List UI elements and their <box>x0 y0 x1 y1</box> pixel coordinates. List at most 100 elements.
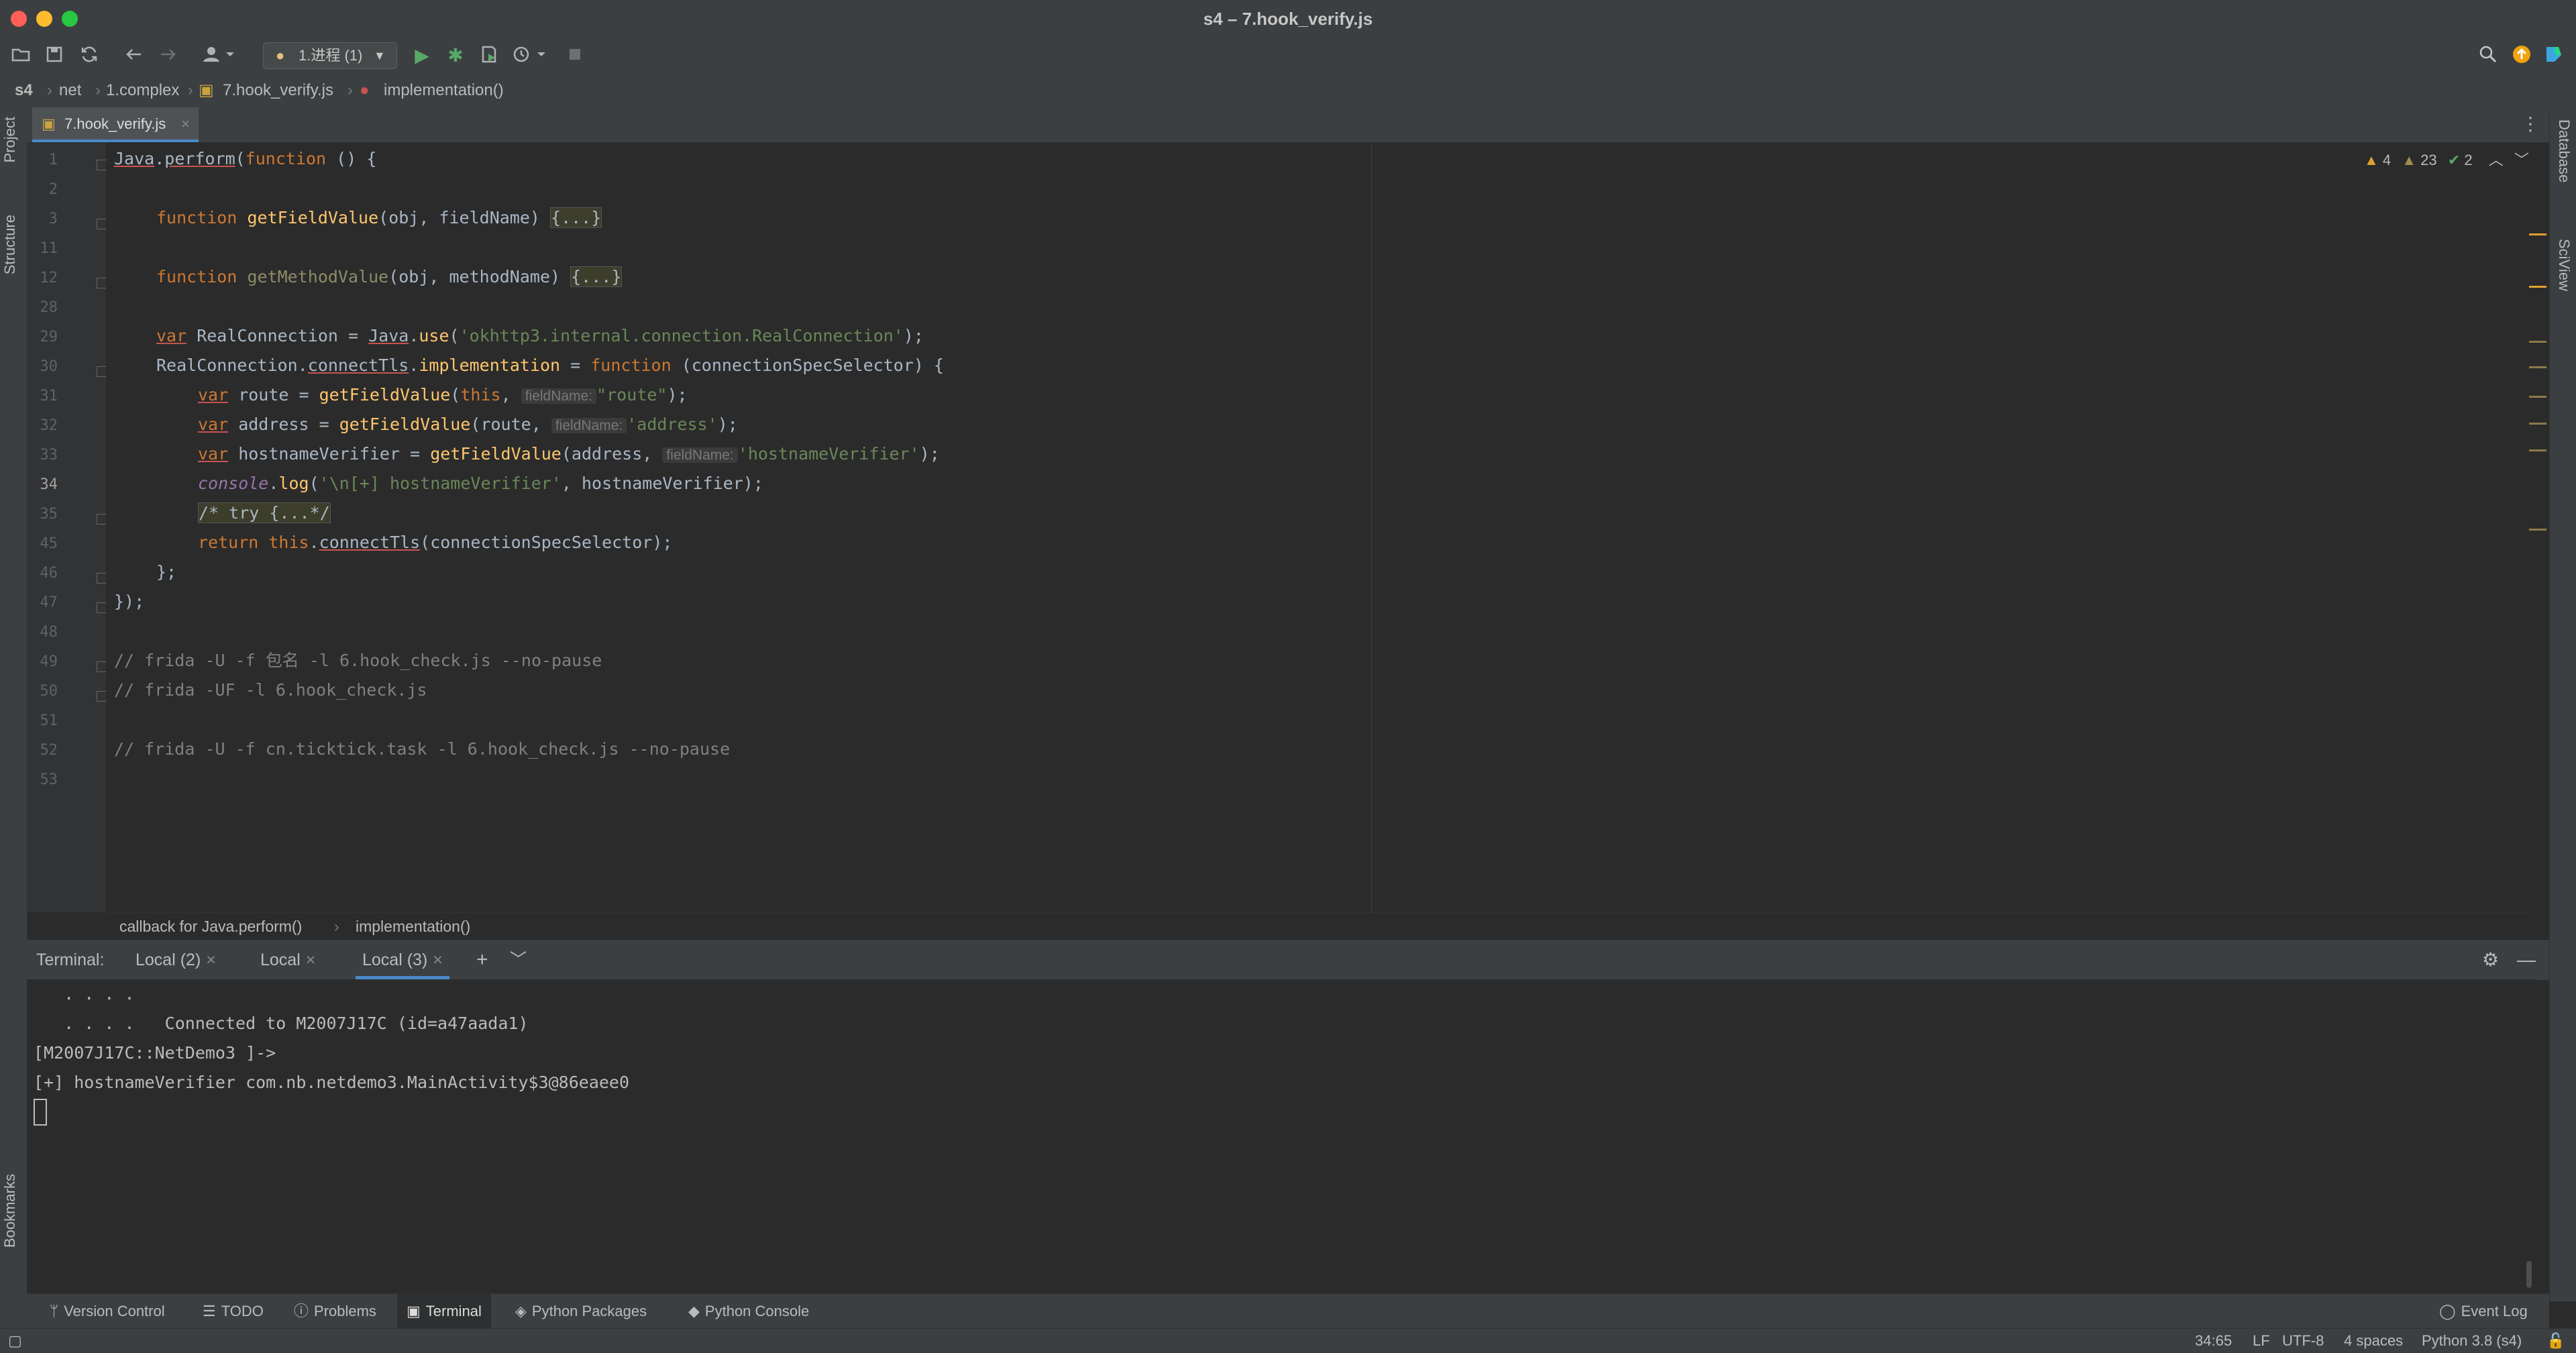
folded-region[interactable]: /* try {...*/ <box>198 502 331 523</box>
sync-icon[interactable] <box>78 44 101 67</box>
tab-terminal-local-3[interactable]: Local (3) × <box>356 940 449 980</box>
terminal-scrollbar[interactable] <box>2526 1261 2532 1288</box>
version-control-tool-button[interactable]: ᛘ Version Control <box>40 1294 174 1329</box>
sciview-tool-button[interactable]: SciView <box>2555 239 2573 291</box>
parameter-hint: fieldName: <box>662 447 738 463</box>
tool-label: Python Console <box>704 1303 810 1319</box>
search-icon[interactable] <box>2477 44 2500 67</box>
left-tool-strip: Project Structure Bookmarks <box>0 107 28 1328</box>
open-folder-icon[interactable] <box>9 44 32 67</box>
close-tab-icon[interactable]: × <box>181 107 190 141</box>
python-console-tool-button[interactable]: ◆ Python Console <box>679 1294 818 1329</box>
chevron-right-icon: › <box>188 81 193 99</box>
close-tab-icon[interactable]: × <box>433 951 443 969</box>
add-tab-icon[interactable]: + <box>476 940 488 980</box>
code-token: ); <box>919 444 940 464</box>
indent-setting[interactable]: 4 spaces <box>2344 1329 2403 1353</box>
update-icon[interactable] <box>2510 44 2533 67</box>
warning-marker[interactable] <box>2529 233 2546 235</box>
terminal-output[interactable]: . . . . . . . . Connected to M2007J17C (… <box>27 979 2536 1293</box>
line-number: 46 <box>40 565 58 582</box>
warning-marker[interactable] <box>2529 286 2546 288</box>
close-tab-icon[interactable]: × <box>306 951 316 969</box>
weak-warning-marker[interactable] <box>2529 449 2546 451</box>
line-number: 45 <box>40 535 58 552</box>
code-line-47: }); <box>114 592 145 611</box>
chevron-down-icon[interactable]: ﹀ <box>2514 152 2529 168</box>
python-icon: ◆ <box>688 1303 700 1319</box>
line-separator[interactable]: LF <box>2253 1329 2270 1353</box>
line-number: 52 <box>40 742 58 759</box>
close-tab-icon[interactable]: × <box>206 951 216 969</box>
database-tool-button[interactable]: Database <box>2555 119 2573 182</box>
folded-region[interactable]: {...} <box>570 266 623 287</box>
panel-toggle-icon[interactable]: ▢ <box>8 1329 22 1353</box>
save-icon[interactable] <box>43 44 66 67</box>
weak-warning-marker[interactable] <box>2529 341 2546 343</box>
breadcrumb-folder-net[interactable]: net <box>59 74 81 107</box>
error-stripe[interactable] <box>2529 142 2546 912</box>
line-number: 28 <box>40 299 58 316</box>
line-number-current: 34 <box>40 476 58 493</box>
weak-warning-marker[interactable] <box>2529 366 2546 368</box>
code-token: connectTls <box>307 356 409 375</box>
terminal-label: Terminal: <box>36 951 105 969</box>
breadcrumb-file[interactable]: 7.hook_verify.js <box>223 74 333 107</box>
code-token: = <box>560 356 591 375</box>
code-line-12: function getMethodValue(obj, methodName)… <box>156 262 623 292</box>
caret-position[interactable]: 34:65 <box>2195 1329 2232 1353</box>
bookmarks-tool-button[interactable]: Bookmarks <box>1 1174 19 1248</box>
run-configuration-select[interactable]: ● 1.进程 (1) ▼ <box>263 42 397 69</box>
profile-dropdown-icon[interactable] <box>511 44 551 67</box>
line-number: 53 <box>40 771 58 788</box>
terminal-icon: ▣ <box>407 1303 421 1319</box>
stop-icon[interactable] <box>564 44 586 67</box>
tab-terminal-local-2[interactable]: Local (2) × <box>136 940 216 976</box>
run-icon[interactable]: ▶ <box>411 44 433 67</box>
terminal-tool-button[interactable]: ▣ Terminal <box>397 1294 491 1329</box>
code-token: function <box>156 267 248 286</box>
weak-warning-marker[interactable] <box>2529 396 2546 398</box>
chevron-down-icon[interactable]: ﹀ <box>510 940 527 980</box>
back-arrow-icon[interactable] <box>122 44 145 67</box>
branch-icon: ᛘ <box>50 1303 59 1319</box>
crumb-implementation[interactable]: implementation() <box>356 913 470 940</box>
problems-tool-button[interactable]: ⓘ Problems <box>284 1294 386 1329</box>
code-token: ( <box>450 385 461 404</box>
file-encoding[interactable]: UTF-8 <box>2282 1329 2324 1353</box>
tab-hook-verify[interactable]: ▣ 7.hook_verify.js × <box>32 107 199 144</box>
code-token: Java <box>368 326 409 345</box>
user-dropdown-icon[interactable] <box>201 44 239 67</box>
jetbrains-logo-icon[interactable] <box>2542 44 2565 67</box>
event-log-tool-button[interactable]: ◯ Event Log <box>2430 1294 2537 1329</box>
tab-terminal-local[interactable]: Local × <box>260 940 315 976</box>
tab-label: 7.hook_verify.js <box>64 115 166 132</box>
code-token: 'address' <box>627 415 718 434</box>
python-interpreter[interactable]: Python 3.8 (s4) <box>2422 1329 2522 1353</box>
breadcrumb-project[interactable]: s4 <box>15 74 33 107</box>
crumb-callback[interactable]: callback for Java.perform() <box>119 913 302 940</box>
lock-icon[interactable]: 🔓 <box>2546 1329 2565 1353</box>
breadcrumb-folder-complex[interactable]: 1.complex <box>106 74 179 107</box>
structure-tool-button[interactable]: Structure <box>1 215 19 274</box>
code-token: function <box>245 149 327 168</box>
coverage-icon[interactable] <box>478 44 500 67</box>
chevron-up-icon[interactable]: ︿ <box>2489 152 2504 168</box>
breadcrumb-method[interactable]: implementation() <box>384 74 504 107</box>
inspection-widget[interactable]: ▲ 4 ▲ 23 ✔ 2 ︿ ﹀ <box>2364 150 2529 170</box>
more-options-icon[interactable]: ⋮ <box>2521 113 2540 135</box>
python-packages-tool-button[interactable]: ◈ Python Packages <box>506 1294 656 1329</box>
todo-tool-button[interactable]: ☰ TODO <box>193 1294 273 1329</box>
forward-arrow-icon[interactable] <box>157 44 180 67</box>
line-number: 47 <box>40 594 58 611</box>
gear-icon[interactable]: ⚙ <box>2482 940 2499 980</box>
code-token: ); <box>717 415 738 434</box>
weak-warning-marker[interactable] <box>2529 423 2546 425</box>
minimize-panel-icon[interactable]: — <box>2517 940 2536 980</box>
weak-warning-marker[interactable] <box>2529 529 2546 531</box>
line-number: 50 <box>40 683 58 700</box>
project-tool-button[interactable]: Project <box>1 117 19 162</box>
debug-icon[interactable]: ✱ <box>444 44 467 67</box>
code-editor[interactable]: Java.perform(function () { function getF… <box>106 142 2529 912</box>
folded-region[interactable]: {...} <box>550 207 602 228</box>
